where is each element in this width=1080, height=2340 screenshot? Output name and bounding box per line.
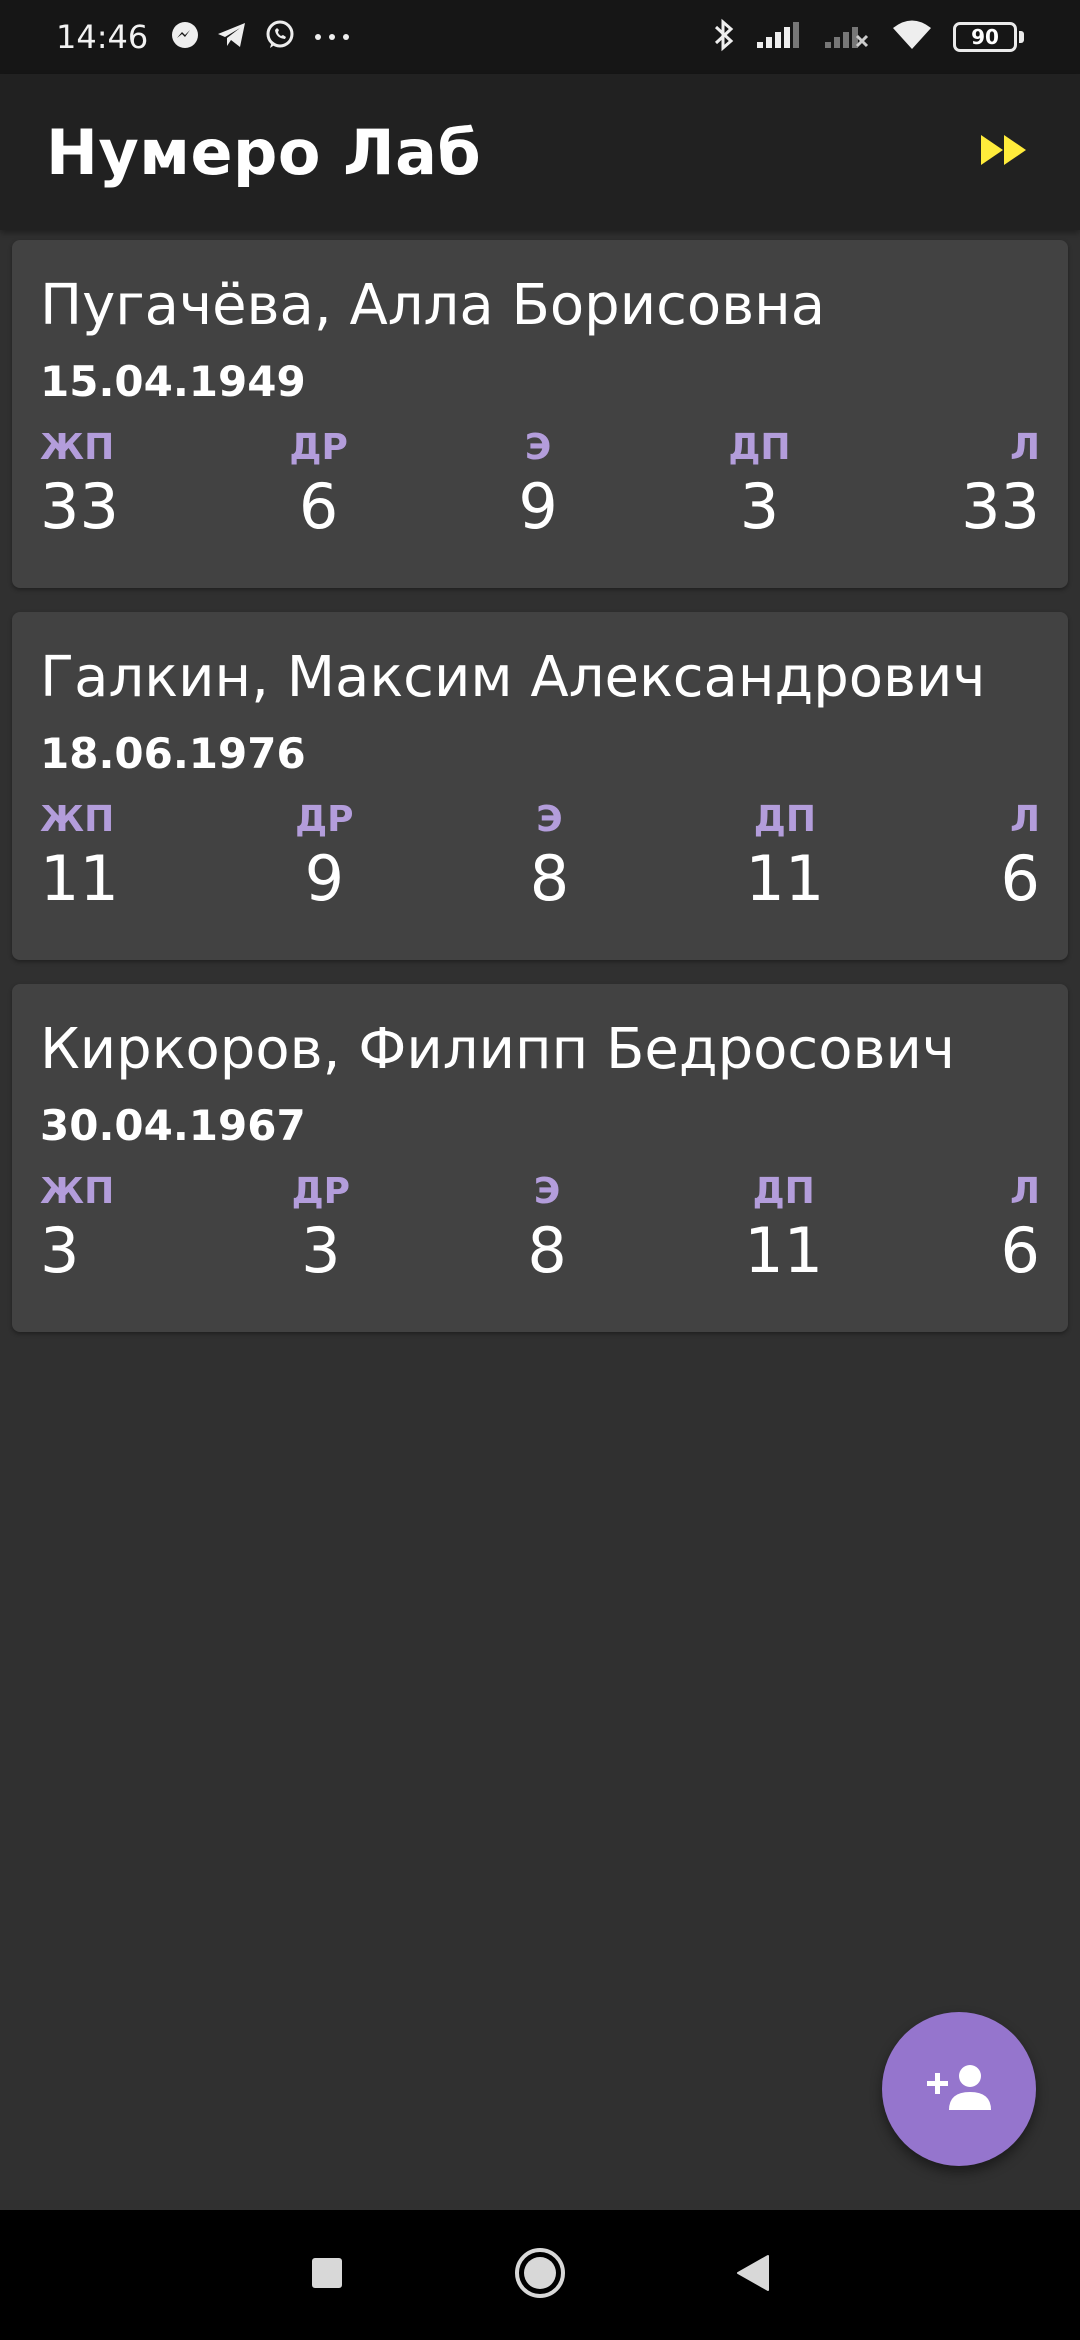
metric-value: 9 (304, 842, 345, 915)
recents-button[interactable] (287, 2235, 367, 2315)
bluetooth-icon (713, 17, 735, 57)
metric-l: Л 6 (1001, 1170, 1040, 1288)
metric-zhp: ЖП 33 (40, 426, 119, 544)
metric-value: 33 (961, 470, 1040, 543)
metric-value: 3 (301, 1214, 341, 1287)
metric-dp: ДП 3 (728, 426, 790, 544)
metric-label: ДП (752, 1171, 815, 1212)
metric-value: 11 (745, 842, 825, 915)
person-card[interactable]: Галкин, Максим Александрович 18.06.1976 … (12, 612, 1068, 960)
metric-value: 6 (1000, 842, 1040, 915)
metric-value: 9 (518, 470, 558, 543)
metric-e: Э 9 (518, 426, 557, 544)
metric-dr: ДР 6 (289, 426, 347, 544)
person-birthdate: 18.06.1976 (40, 729, 306, 778)
person-metrics: ЖП 3 ДР 3 Э 8 ДП 11 Л 6 (40, 1170, 1040, 1288)
metric-label: ЖП (40, 427, 115, 468)
metric-label: Л (1010, 799, 1040, 840)
metric-value: 6 (298, 470, 339, 543)
battery-tip (1019, 31, 1024, 43)
metric-dr: ДР 9 (295, 798, 353, 916)
metric-l: Л 6 (1001, 798, 1040, 916)
metric-label: Л (1010, 1171, 1040, 1212)
metric-label: Э (533, 1171, 561, 1212)
fast-forward-icon (979, 133, 1029, 171)
person-name: Киркоров, Филипп Бедросович (40, 1017, 955, 1082)
metric-value: 11 (744, 1214, 824, 1287)
metric-label: Э (536, 799, 563, 840)
status-bar: 14:46 90 (0, 0, 1080, 74)
person-metrics: ЖП 11 ДР 9 Э 8 ДП 11 Л 6 (40, 798, 1040, 916)
battery-icon: 90 (953, 22, 1024, 52)
add-person-button[interactable] (882, 2012, 1036, 2166)
metric-label: ЖП (40, 799, 115, 840)
back-triangle-icon (736, 2254, 770, 2296)
whatsapp-icon (264, 19, 296, 55)
metric-label: ДР (289, 427, 348, 468)
metric-label: ЖП (40, 1171, 115, 1212)
person-card[interactable]: Киркоров, Филипп Бедросович 30.04.1967 Ж… (12, 984, 1068, 1332)
metric-label: ДП (753, 799, 816, 840)
metric-value: 6 (1000, 1214, 1040, 1287)
home-circle-icon (513, 2246, 567, 2304)
metric-dp: ДП 11 (745, 798, 824, 916)
home-button[interactable] (500, 2235, 580, 2315)
person-add-icon (925, 2062, 993, 2116)
metric-zhp: ЖП 3 (40, 1170, 114, 1288)
metric-e: Э 8 (530, 798, 569, 916)
metric-label: ДР (295, 799, 354, 840)
metric-value: 8 (527, 1214, 567, 1287)
metric-value: 3 (40, 1214, 80, 1287)
more-dots-icon (312, 28, 352, 47)
metric-zhp: ЖП 11 (40, 798, 119, 916)
metric-e: Э 8 (527, 1170, 566, 1288)
app-bar: Нумеро Лаб (0, 74, 1080, 230)
messenger-icon (170, 20, 200, 54)
metric-label: ДП (728, 427, 791, 468)
status-time: 14:46 (56, 18, 149, 56)
metric-value: 3 (739, 470, 780, 543)
metric-label: ДР (291, 1171, 351, 1212)
metric-value: 8 (529, 842, 570, 915)
person-birthdate: 15.04.1949 (40, 357, 306, 406)
metric-dp: ДП 11 (744, 1170, 823, 1288)
person-metrics: ЖП 33 ДР 6 Э 9 ДП 3 Л 33 (40, 426, 1040, 544)
recents-square-icon (310, 2256, 344, 2294)
signal-no-service-icon (823, 20, 871, 54)
status-right: 90 (713, 17, 1024, 57)
metric-label: Л (1010, 427, 1040, 468)
metric-l: Л 33 (961, 426, 1040, 544)
metric-dr: ДР 3 (292, 1170, 350, 1288)
wifi-icon (891, 19, 933, 55)
battery-level: 90 (953, 22, 1017, 52)
signal-icon (755, 20, 803, 54)
person-card[interactable]: Пугачёва, Алла Борисовна 15.04.1949 ЖП 3… (12, 240, 1068, 588)
metric-value: 33 (40, 470, 119, 543)
person-name: Галкин, Максим Александрович (40, 645, 986, 710)
metric-value: 11 (40, 842, 119, 915)
person-name: Пугачёва, Алла Борисовна (40, 273, 826, 338)
telegram-icon (216, 20, 248, 54)
back-button[interactable] (713, 2235, 793, 2315)
people-list: Пугачёва, Алла Борисовна 15.04.1949 ЖП 3… (12, 240, 1068, 1356)
metric-label: Э (524, 427, 552, 468)
status-left: 14:46 (56, 18, 352, 56)
app-title: Нумеро Лаб (46, 115, 482, 189)
person-birthdate: 30.04.1967 (40, 1101, 306, 1150)
fast-forward-button[interactable] (964, 112, 1044, 192)
system-nav-bar (0, 2210, 1080, 2340)
